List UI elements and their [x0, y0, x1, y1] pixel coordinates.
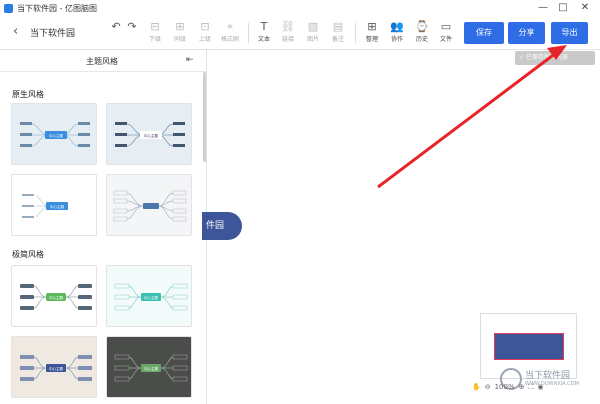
hand-tool-icon[interactable]: ✋	[472, 383, 481, 392]
annotation-arrow-line	[377, 51, 557, 189]
zoom-in-icon[interactable]: ⊕	[519, 383, 525, 392]
view-icon[interactable]: ◉	[537, 383, 543, 392]
status-bar: ✋ ⊖ 100% ⊕ ⛶ ◉	[472, 383, 544, 392]
minimap-viewport[interactable]	[494, 333, 564, 360]
zoom-out-icon[interactable]: ⊖	[485, 383, 491, 392]
fit-screen-icon[interactable]: ⛶	[528, 383, 533, 392]
watermark-text: 当下软件园	[525, 371, 571, 381]
zoom-level: 100%	[494, 383, 515, 391]
